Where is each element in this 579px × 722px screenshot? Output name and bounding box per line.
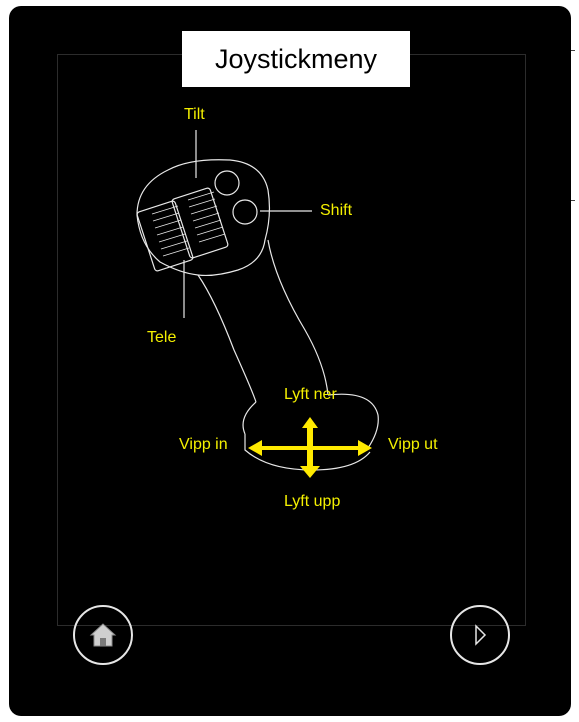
direction-arrows bbox=[248, 417, 372, 478]
joystick-handle-outline bbox=[197, 239, 329, 403]
lift-down-label: Lyft ner bbox=[284, 386, 337, 403]
shift-button bbox=[232, 199, 258, 225]
tele-roller bbox=[136, 200, 194, 272]
home-button[interactable] bbox=[73, 605, 133, 665]
home-icon bbox=[89, 623, 117, 647]
next-button[interactable] bbox=[450, 605, 510, 665]
tilt-out-label: Vipp ut bbox=[388, 436, 438, 453]
play-icon bbox=[475, 624, 487, 646]
shift-label: Shift bbox=[320, 202, 353, 219]
tilt-roller bbox=[171, 187, 229, 259]
tele-label: Tele bbox=[147, 329, 177, 346]
top-button bbox=[214, 170, 240, 196]
lift-up-label: Lyft upp bbox=[284, 493, 341, 510]
tilt-label: Tilt bbox=[184, 106, 205, 123]
tilt-in-label: Vipp in bbox=[179, 436, 228, 453]
